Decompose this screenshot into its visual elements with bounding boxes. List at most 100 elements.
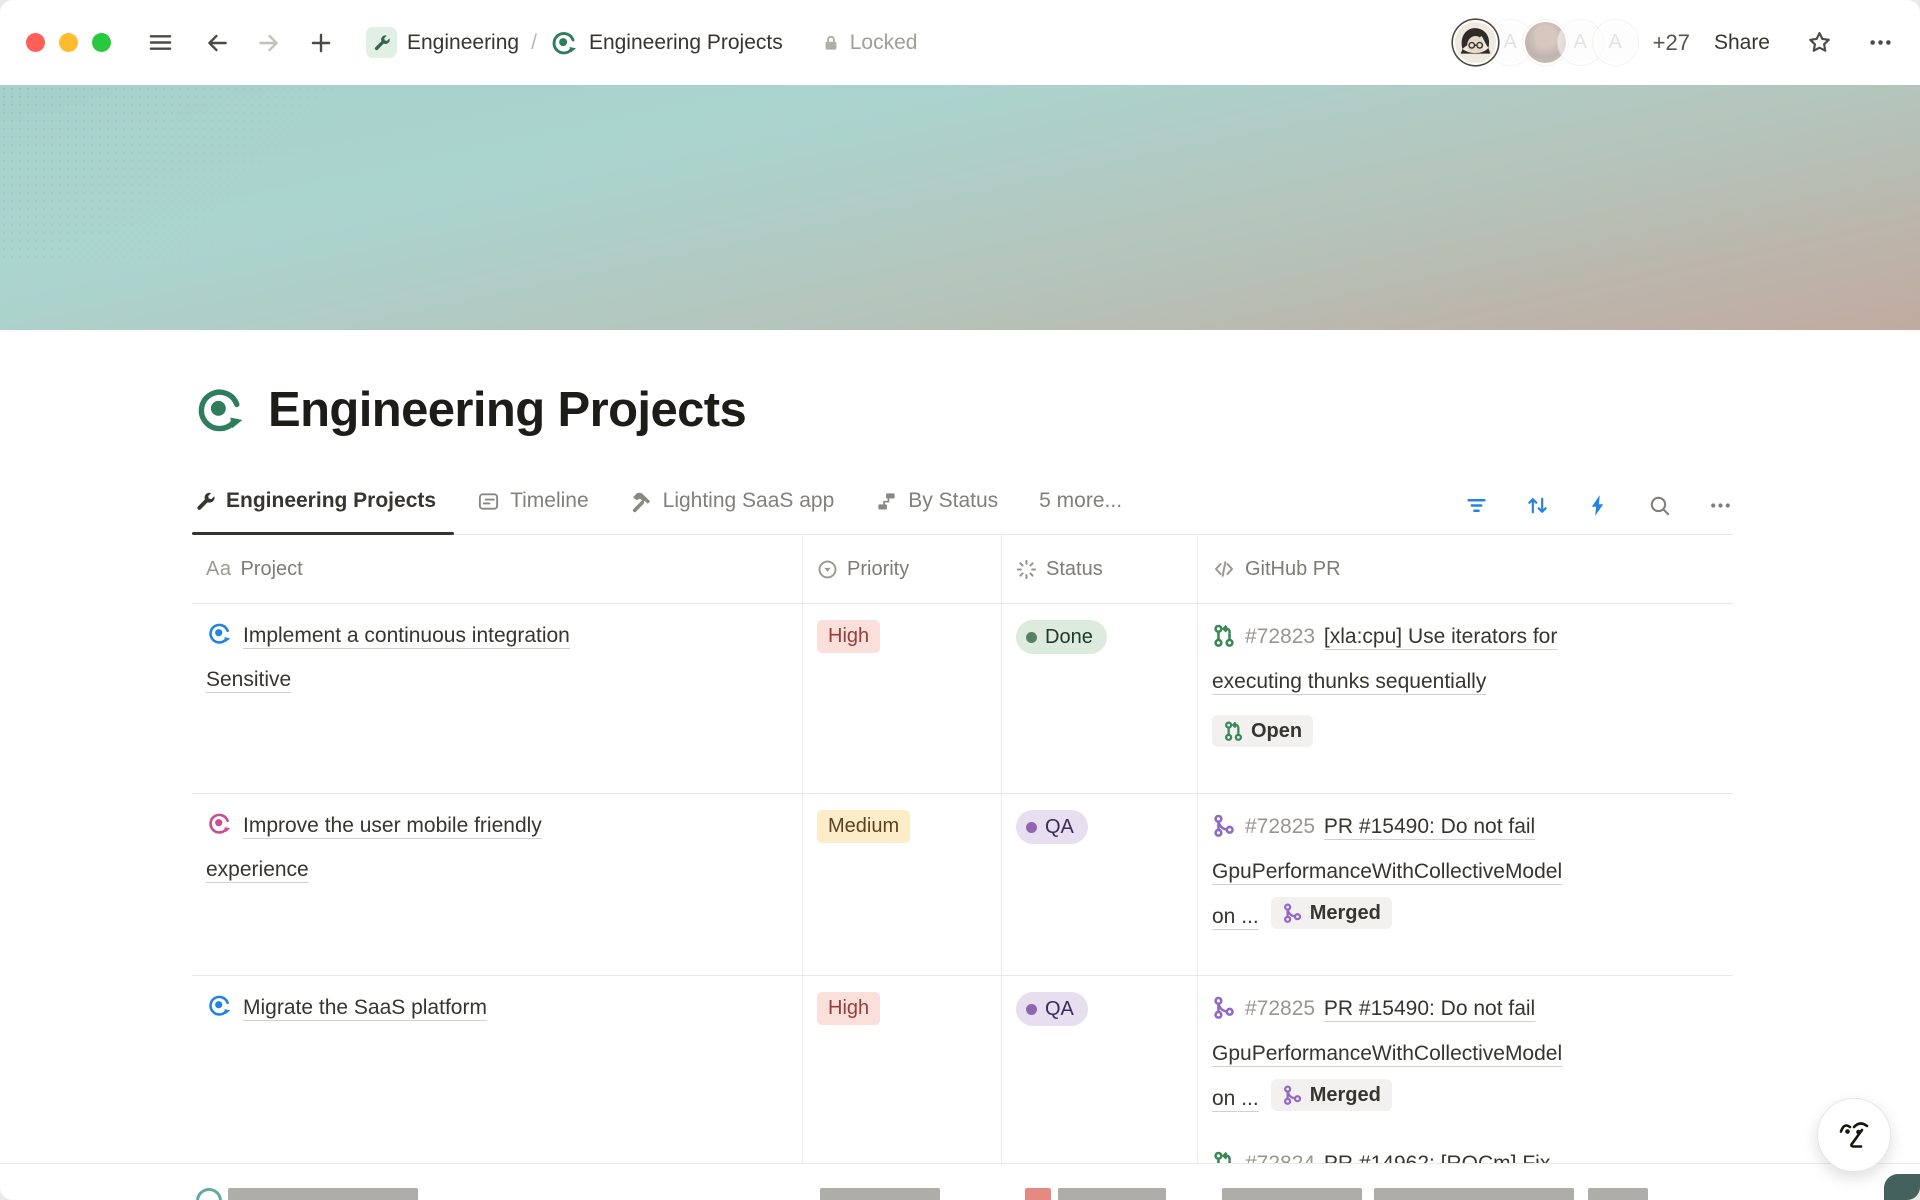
page-cycle-icon[interactable]	[192, 382, 248, 438]
avatar-overflow-count[interactable]: +27	[1653, 30, 1690, 56]
breadcrumb-workspace-item[interactable]	[366, 27, 397, 58]
project-title: Implement a continuous integration Sensi…	[206, 624, 570, 691]
status-cell[interactable]: QA	[1002, 794, 1198, 975]
column-header-priority[interactable]: Priority	[803, 535, 1002, 603]
project-link[interactable]: Improve the user mobile friendly experie…	[206, 814, 542, 881]
page-content: Engineering Projects Engineering Project…	[192, 382, 1733, 1200]
ai-face-icon	[1834, 1115, 1874, 1155]
table-header: Aa Project Priority Status GitHub PR	[192, 535, 1733, 604]
column-label: Status	[1046, 558, 1103, 581]
pr-state-label: Open	[1251, 718, 1302, 744]
table-row: Improve the user mobile friendly experie…	[192, 794, 1733, 976]
search-button[interactable]	[1647, 493, 1672, 518]
wrench-icon	[372, 33, 391, 52]
corner-widget-fragment	[1884, 1174, 1920, 1200]
share-button[interactable]: Share	[1714, 31, 1770, 55]
locked-indicator[interactable]: Locked	[821, 31, 918, 55]
status-badge: QA	[1016, 810, 1088, 844]
clipped-row-icon	[196, 1188, 222, 1200]
tab-timeline[interactable]: Timeline	[475, 486, 591, 534]
tab-label: Timeline	[510, 486, 589, 516]
view-options-button[interactable]	[1708, 493, 1733, 518]
pr-state-wrap: Open	[1212, 712, 1719, 757]
sort-button[interactable]	[1525, 493, 1550, 518]
project-link[interactable]: Implement a continuous integration Sensi…	[206, 624, 570, 691]
pr-number: #72823	[1245, 625, 1321, 648]
column-header-github-pr[interactable]: GitHub PR	[1198, 535, 1733, 603]
pr-number: #72825	[1245, 997, 1321, 1020]
priority-cell[interactable]: Medium	[803, 794, 1002, 975]
notion-window: Engineering / Engineering Projects Locke…	[0, 0, 1920, 1200]
cycle-icon	[549, 28, 579, 58]
avatar[interactable]: A	[1593, 20, 1638, 65]
close-window-button[interactable]	[26, 33, 45, 52]
forward-button[interactable]	[256, 30, 282, 56]
tab-label: Engineering Projects	[226, 486, 436, 516]
plus-icon	[308, 30, 334, 56]
page-title[interactable]: Engineering Projects	[268, 382, 746, 438]
project-cycle-icon	[206, 620, 233, 647]
notion-ai-button[interactable]	[1817, 1098, 1891, 1172]
status-cell[interactable]: Done	[1002, 604, 1198, 793]
column-label: Project	[240, 558, 302, 581]
status-badge: Done	[1016, 620, 1107, 654]
pr-state-label: Merged	[1310, 1082, 1381, 1108]
avatar-stack[interactable]: A A A	[1453, 20, 1638, 65]
column-header-status[interactable]: Status	[1002, 535, 1198, 603]
priority-badge: Medium	[817, 810, 910, 843]
text-property-icon: Aa	[206, 558, 231, 581]
search-icon	[1647, 493, 1672, 518]
pr-state-chip[interactable]: Merged	[1271, 897, 1392, 929]
pr-state-label: Merged	[1310, 900, 1381, 926]
back-button[interactable]	[204, 30, 230, 56]
ellipsis-icon	[1867, 29, 1894, 56]
pr-state-chip[interactable]: Open	[1212, 715, 1313, 747]
git-merge-icon	[1282, 1084, 1303, 1105]
project-link[interactable]: Migrate the SaaS platform	[206, 996, 487, 1019]
automations-button[interactable]	[1586, 493, 1611, 518]
table-row: Implement a continuous integration Sensi…	[192, 604, 1733, 794]
new-tab-button[interactable]	[308, 30, 334, 56]
column-header-project[interactable]: Aa Project	[192, 535, 803, 603]
filter-icon	[1464, 493, 1489, 518]
hammer-icon	[630, 490, 653, 513]
pr-entry: #72825 PR #15490: Do not fail GpuPerform…	[1212, 804, 1719, 939]
git-pull-request-icon	[1223, 720, 1244, 741]
breadcrumb-workspace-label[interactable]: Engineering	[407, 31, 519, 55]
status-label: QA	[1045, 996, 1074, 1022]
page-cover[interactable]	[0, 85, 1920, 330]
avatar[interactable]	[1453, 20, 1498, 65]
breadcrumb-separator: /	[531, 31, 537, 55]
column-label: Priority	[847, 558, 909, 581]
zoom-window-button[interactable]	[92, 33, 111, 52]
tab-engineering-projects[interactable]: Engineering Projects	[192, 486, 438, 534]
github-pr-cell: #72823 [xla:cpu] Use iterators for execu…	[1198, 604, 1733, 793]
priority-badge: High	[817, 620, 880, 653]
breadcrumb-page-label[interactable]: Engineering Projects	[589, 31, 783, 55]
wrench-icon	[194, 490, 216, 512]
git-pull-request-icon	[1212, 623, 1236, 647]
status-label: Done	[1045, 624, 1093, 650]
tab-more-views[interactable]: 5 more...	[1037, 486, 1124, 534]
more-options-button[interactable]	[1867, 29, 1894, 56]
sidebar-menu-button[interactable]	[147, 29, 174, 56]
pr-state-chip[interactable]: Merged	[1271, 1079, 1392, 1111]
minimize-window-button[interactable]	[59, 33, 78, 52]
tab-lighting-saas-app[interactable]: Lighting SaaS app	[628, 486, 837, 534]
tab-by-status[interactable]: By Status	[873, 486, 1000, 534]
filter-button[interactable]	[1464, 493, 1489, 518]
priority-badge: High	[817, 992, 880, 1025]
avatar-letter: A	[1503, 31, 1516, 54]
git-merge-icon	[1212, 813, 1236, 837]
pr-entry: #72823 [xla:cpu] Use iterators for execu…	[1212, 614, 1719, 757]
ellipsis-icon	[1708, 493, 1733, 518]
bottom-fade-bar	[0, 1163, 1920, 1200]
project-cell: Improve the user mobile friendly experie…	[192, 794, 803, 975]
lock-icon	[821, 33, 841, 53]
locked-label: Locked	[850, 31, 918, 55]
pr-number: #72825	[1245, 815, 1321, 838]
table-body: Implement a continuous integration Sensi…	[192, 604, 1733, 1200]
priority-cell[interactable]: High	[803, 604, 1002, 793]
project-title: Improve the user mobile friendly experie…	[206, 814, 542, 881]
favorite-button[interactable]	[1806, 29, 1833, 56]
